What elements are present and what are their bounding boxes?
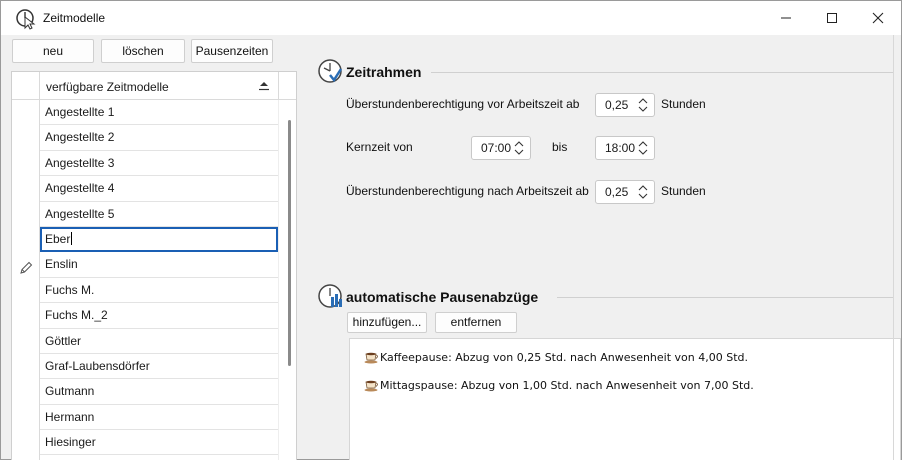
- overtime-before-unit: Stunden: [661, 97, 706, 111]
- spin-updown-icon[interactable]: [638, 141, 648, 155]
- list-item[interactable]: Enslin: [40, 252, 278, 278]
- list-item[interactable]: Graf-Laubensdörfer: [40, 354, 278, 380]
- overtime-after-spinbox[interactable]: 0,25: [595, 180, 655, 204]
- pencil-edit-icon: [20, 261, 33, 274]
- section-title-zeitrahmen: Zeitrahmen: [346, 64, 422, 80]
- grid-header: verfügbare Zeitmodelle: [12, 72, 296, 100]
- pause-list[interactable]: Kaffeepause: Abzug von 0,25 Std. nach An…: [349, 338, 901, 460]
- spin-updown-icon[interactable]: [514, 141, 524, 155]
- overtime-after-unit: Stunden: [661, 184, 706, 198]
- list-item[interactable]: Kaffeepause: Abzug von 0,25 Std. nach An…: [364, 350, 748, 366]
- list-item[interactable]: Angestellte 5: [40, 202, 278, 227]
- row-indicator-header: [12, 72, 40, 100]
- core-time-from-spinbox[interactable]: 07:00: [471, 136, 531, 160]
- text-caret: [71, 231, 73, 245]
- time-model-list: Angestellte 1 Angestellte 2 Angestellte …: [40, 100, 278, 456]
- vertical-scrollbar[interactable]: [278, 100, 296, 460]
- maximize-button[interactable]: [809, 1, 855, 35]
- minimize-icon: [781, 17, 791, 19]
- scrollbar-thumb[interactable]: [288, 120, 291, 366]
- list-item[interactable]: Angestellte 3: [40, 151, 278, 177]
- time-models-grid: verfügbare Zeitmodelle Angestellte 1 Ang…: [11, 71, 297, 460]
- list-item[interactable]: Mittagspause: Abzug von 1,00 Std. nach A…: [364, 378, 754, 394]
- clock-check-icon: [318, 59, 343, 83]
- section-divider: [431, 72, 893, 73]
- header-spacer: [278, 72, 296, 100]
- maximize-icon: [827, 13, 837, 23]
- clock-bars-icon: [318, 284, 342, 308]
- core-time-label: Kernzeit von: [346, 140, 413, 154]
- list-item[interactable]: Gutmann: [40, 379, 278, 405]
- minimize-button[interactable]: [763, 1, 809, 35]
- delete-button[interactable]: löschen: [101, 39, 185, 63]
- core-time-to-spinbox[interactable]: 18:00: [595, 136, 655, 160]
- list-item[interactable]: Fuchs M._2: [40, 303, 278, 329]
- close-button[interactable]: [855, 1, 901, 35]
- list-item[interactable]: Angestellte 4: [40, 176, 278, 202]
- window-right-divider: [893, 35, 894, 460]
- overtime-after-label: Überstundenberechtigung nach Arbeitszeit…: [346, 184, 589, 198]
- list-item[interactable]: Hermann: [40, 405, 278, 431]
- coffee-cup-icon: [364, 380, 378, 392]
- core-time-to-label: bis: [552, 140, 568, 154]
- close-icon: [872, 12, 884, 24]
- list-item[interactable]: Göttler: [40, 329, 278, 354]
- clock-cursor-icon: [16, 9, 36, 30]
- overtime-before-label: Überstundenberechtigung vor Arbeitszeit …: [346, 97, 580, 111]
- app-window: Zeitmodelle neu löschen Pausenzeiten ver…: [0, 0, 902, 460]
- add-pause-button[interactable]: hinzufügen...: [347, 312, 427, 333]
- list-item[interactable]: Angestellte 2: [40, 125, 278, 151]
- list-item[interactable]: Fuchs M.: [40, 278, 278, 304]
- column-header-label[interactable]: verfügbare Zeitmodelle: [46, 80, 169, 94]
- spin-updown-icon[interactable]: [638, 185, 648, 199]
- new-button[interactable]: neu: [12, 39, 94, 63]
- section-divider: [557, 297, 893, 298]
- list-item[interactable]: Angestellte 1: [40, 100, 278, 126]
- pauses-button[interactable]: Pausenzeiten: [191, 39, 273, 63]
- coffee-cup-icon: [364, 352, 378, 364]
- spin-updown-icon[interactable]: [638, 98, 648, 112]
- row-indicator-column: [12, 100, 40, 460]
- remove-pause-button[interactable]: entfernen: [435, 312, 517, 333]
- overtime-before-spinbox[interactable]: 0,25: [595, 93, 655, 117]
- sort-ascending-icon[interactable]: [257, 79, 271, 93]
- list-item[interactable]: Hiesinger: [40, 430, 278, 456]
- title-bar[interactable]: Zeitmodelle: [1, 1, 901, 35]
- section-title-pausen: automatische Pausenabzüge: [346, 289, 539, 305]
- list-item-edit-field[interactable]: Eber: [40, 226, 278, 253]
- window-title: Zeitmodelle: [43, 11, 106, 25]
